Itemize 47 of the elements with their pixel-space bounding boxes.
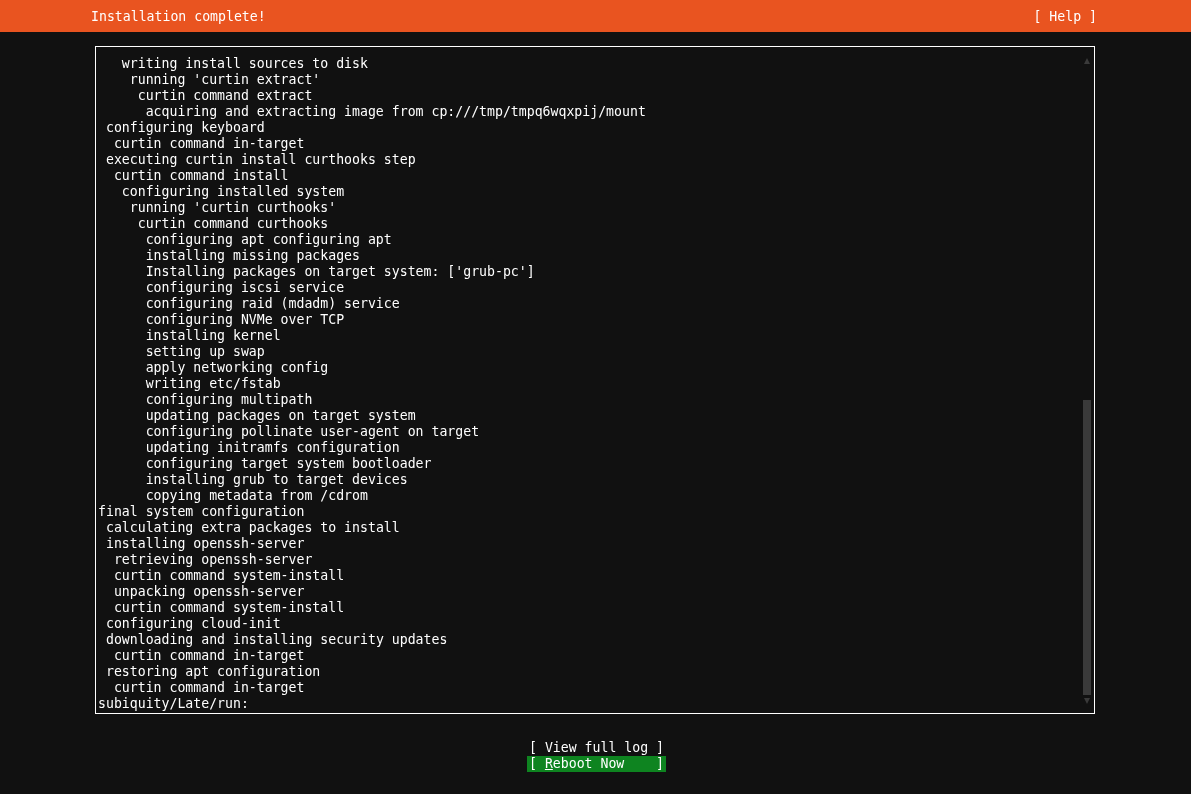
log-line: configuring installed system [121, 184, 345, 199]
log-line: configuring raid (mdadm) service [145, 296, 400, 311]
log-line: updating initramfs configuration [145, 440, 400, 455]
log-line: writing etc/fstab [145, 376, 281, 391]
log-line: configuring pollinate user-agent on target [145, 424, 480, 439]
log-line: downloading and installing security updates [105, 632, 448, 647]
log-line: curtin command system-install [113, 568, 345, 583]
view-log-button[interactable]: [ View full log ] [527, 740, 666, 756]
log-line: configuring apt configuring apt [145, 232, 392, 247]
log-line: Installing packages on target system: ['grub-pc'] [145, 264, 535, 279]
log-line: curtin command in-target [113, 648, 305, 663]
log-line: configuring keyboard [105, 120, 265, 135]
log-line: curtin command extract [137, 88, 313, 103]
log-line: setting up swap [145, 344, 265, 359]
log-line: curtin command system-install [113, 600, 345, 615]
log-line: copying metadata from /cdrom [145, 488, 368, 503]
log-line: configuring cloud-init [105, 616, 281, 631]
log-line: configuring NVMe over TCP [145, 312, 345, 327]
log-line: apply networking config [145, 360, 329, 375]
log-line: curtin command in-target [113, 136, 305, 151]
log-line: retrieving openssh-server [113, 552, 313, 567]
log-line: configuring multipath [145, 392, 313, 407]
log-line: calculating extra packages to install [105, 520, 400, 535]
log-line: restoring apt configuration [105, 664, 321, 679]
log-line: final system configuration [98, 504, 305, 519]
scroll-down-icon[interactable] [1083, 697, 1091, 705]
log-line: curtin command install [113, 168, 289, 183]
log-line: installing missing packages [145, 248, 360, 263]
log-line: updating packages on target system [145, 408, 416, 423]
help-button[interactable]: [ Help ] [1033, 8, 1097, 24]
scroll-up-icon[interactable] [1083, 57, 1091, 65]
log-line: acquiring and extracting image from cp:///tmp/tmpq6wqxpij/mount [145, 104, 646, 119]
log-line: installing kernel [145, 328, 281, 343]
log-line: running 'curtin curthooks' [129, 200, 337, 215]
log-line: subiquity/Late/run: [98, 696, 249, 711]
log-line: installing grub to target devices [145, 472, 408, 487]
log-line: configuring target system bootloader [145, 456, 432, 471]
log-line: executing curtin install curthooks step [105, 152, 416, 167]
log-line: configuring iscsi service [145, 280, 345, 295]
log-line: writing install sources to disk [121, 56, 368, 71]
log-line: installing openssh-server [105, 536, 305, 551]
log-line: unpacking openssh-server [113, 584, 305, 599]
log-line: running 'curtin extract' [129, 72, 321, 87]
header-title: Installation complete! [91, 8, 266, 24]
reboot-button[interactable]: [ Reboot Now ] [527, 756, 666, 772]
log-line: curtin command in-target [113, 680, 305, 695]
log-line: curtin command curthooks [137, 216, 329, 231]
